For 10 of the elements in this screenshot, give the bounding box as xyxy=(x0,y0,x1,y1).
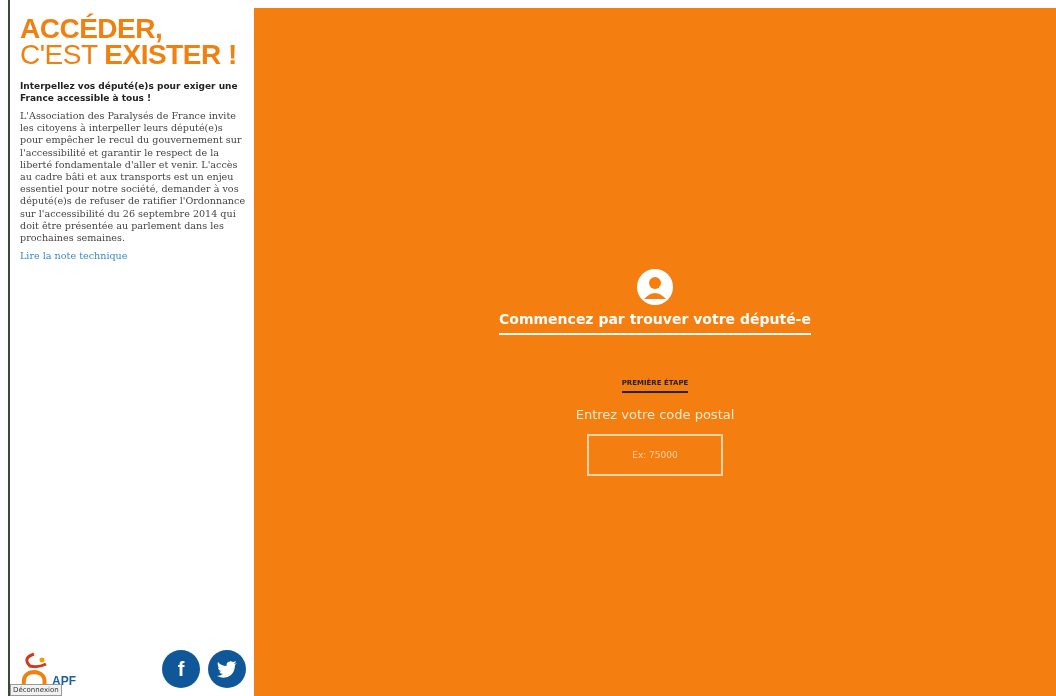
title-line: C'EST EXISTER ! xyxy=(20,42,238,68)
postal-code-field[interactable]: Ex: 75000 xyxy=(587,433,723,476)
facebook-button[interactable]: f xyxy=(162,650,200,688)
main-heading: Commencez par trouver votre député-e xyxy=(499,310,811,335)
note-link[interactable]: Lire la note technique xyxy=(20,250,128,262)
bird-icon[interactable] xyxy=(208,650,246,688)
user-icon xyxy=(637,268,673,305)
subtitle: Interpellez vos député(e)s pour exiger une France accessible à tous ! xyxy=(20,80,239,104)
description: L'Association des Paralysés de France invite les citoyens à interpeller leurs député(e)s pour empêcher le recul du gouvernement sur l'accessibilité et garantir le respect de la liberté fondamentale d'aller et venir. L'accès au cadre bâti et aux transports est un enjeu essentiel pour notre société, demander à vos député(e)s de refuser de ratifier l'Ordonnance sur l'accessibilité du 26 septembre 2014 qui doit être présentée au parlement dans les prochaines semaines. xyxy=(20,110,246,245)
prompt-text: Entrez votre code postal xyxy=(575,406,735,422)
